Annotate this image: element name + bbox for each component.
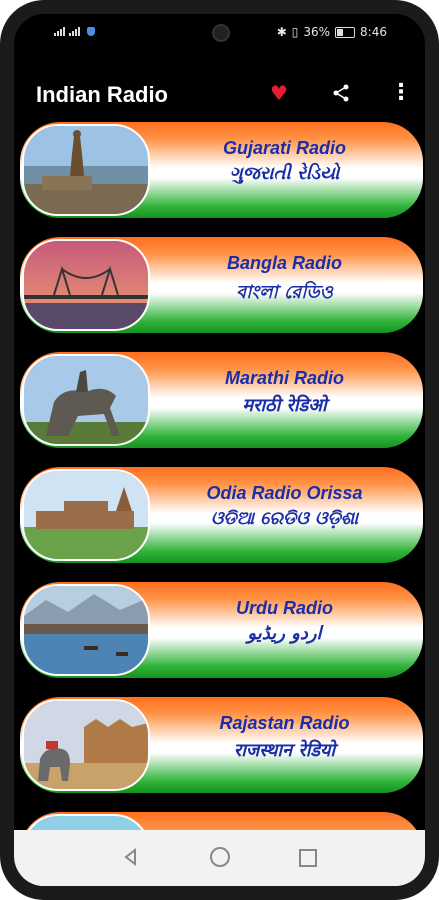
- app-bar: Indian Radio ♥ ⋮: [14, 52, 425, 112]
- heart-icon[interactable]: ♥: [270, 81, 288, 105]
- station-text: Urdu Radio اردو ریڈیو: [156, 598, 413, 644]
- signal-icon: [69, 26, 80, 36]
- station-image: [22, 469, 150, 561]
- phone-frame: ✱ ▯ 36% 8:46 Indian Radio ♥ ⋮ Gujarati R…: [0, 0, 439, 900]
- bluetooth-icon: ✱: [276, 25, 287, 39]
- station-image: [22, 239, 150, 331]
- recent-apps-icon[interactable]: [299, 849, 317, 867]
- station-card-bangla[interactable]: Bangla Radio বাংলা রেডিও: [20, 237, 423, 333]
- status-left: [54, 26, 95, 36]
- station-text: Bangla Radio বাংলা রেডিও: [156, 253, 413, 309]
- station-subtitle: मराठी रेडिओ: [242, 395, 327, 416]
- status-bar: ✱ ▯ 36% 8:46: [14, 14, 425, 52]
- home-icon[interactable]: [210, 847, 230, 867]
- station-card-gujarati[interactable]: Gujarati Radio ગુજરાતી રેડિયો: [20, 122, 423, 218]
- station-subtitle: ଓଡିଆ ରେଡିଓ ଓଡ଼ିଶା: [210, 508, 359, 529]
- station-text: Rajastan Radio राजस्थान रेडियो: [156, 713, 413, 762]
- shield-icon: [87, 26, 95, 36]
- station-text: Gujarati Radio ગુજરાતી રેડિયો: [156, 138, 413, 184]
- station-text: Marathi Radio मराठी रेडिओ: [156, 368, 413, 417]
- screen: ✱ ▯ 36% 8:46 Indian Radio ♥ ⋮ Gujarati R…: [14, 14, 425, 886]
- front-camera: [212, 24, 230, 42]
- station-subtitle: राजस्थान रेडियो: [233, 740, 336, 761]
- station-title: Marathi Radio: [224, 368, 344, 388]
- share-icon[interactable]: [332, 84, 350, 107]
- station-card-marathi[interactable]: Marathi Radio मराठी रेडिओ: [20, 352, 423, 448]
- station-subtitle: বাংলা রেডিও: [236, 282, 333, 303]
- station-image: [22, 699, 150, 791]
- vibrate-icon: ▯: [291, 25, 299, 39]
- station-card-odia[interactable]: Odia Radio Orissa ଓଡିଆ ରେଡିଓ ଓଡ଼ିଶା: [20, 467, 423, 563]
- station-card-rajastan[interactable]: Rajastan Radio राजस्थान रेडियो: [20, 697, 423, 793]
- more-vert-icon[interactable]: ⋮: [390, 80, 412, 105]
- station-image: [22, 124, 150, 216]
- battery-percent: 36%: [303, 25, 331, 39]
- back-icon[interactable]: [122, 847, 140, 867]
- station-title: Bangla Radio: [226, 253, 342, 273]
- station-title: Odia Radio Orissa: [206, 483, 363, 503]
- battery-icon: [335, 26, 356, 38]
- station-image: [22, 354, 150, 446]
- system-nav-bar: [14, 830, 425, 886]
- station-card-urdu[interactable]: Urdu Radio اردو ریڈیو: [20, 582, 423, 678]
- clock: 8:46: [360, 25, 387, 39]
- station-image: [22, 584, 150, 676]
- station-subtitle: ગુજરાતી રેડિયો: [229, 163, 340, 184]
- status-right: ✱ ▯ 36% 8:46: [277, 25, 387, 39]
- signal-icon: [54, 26, 65, 36]
- station-subtitle: اردو ریڈیو: [247, 623, 322, 644]
- station-title: Gujarati Radio: [222, 138, 347, 158]
- station-text: Odia Radio Orissa ଓଡିଆ ରେଡିଓ ଓଡ଼ିଶା: [156, 483, 413, 529]
- station-title: Urdu Radio: [236, 598, 333, 618]
- app-title: Indian Radio: [36, 82, 168, 107]
- station-title: Rajastan Radio: [219, 713, 350, 733]
